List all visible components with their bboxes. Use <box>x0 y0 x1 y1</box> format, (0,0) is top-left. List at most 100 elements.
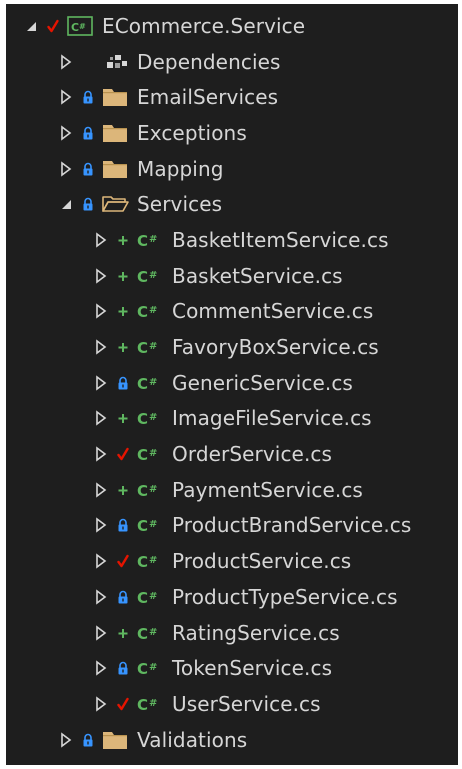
svg-text:#: # <box>79 22 86 31</box>
lock-icon <box>81 87 95 107</box>
collapsed-chevron-icon[interactable] <box>94 373 108 393</box>
collapsed-chevron-icon[interactable] <box>94 337 108 357</box>
red-check-icon <box>46 16 60 36</box>
tree-item-file[interactable]: C # TokenService.cs <box>6 650 458 686</box>
collapsed-chevron-icon[interactable] <box>94 658 108 678</box>
svg-text:C: C <box>137 625 148 643</box>
csharp-file-icon: C # <box>136 657 164 679</box>
lock-icon <box>81 123 95 143</box>
svg-text:C: C <box>137 696 148 714</box>
plus-icon <box>116 230 130 250</box>
svg-text:#: # <box>149 484 157 495</box>
collapsed-chevron-icon[interactable] <box>59 52 73 72</box>
expanded-chevron-icon[interactable] <box>24 16 38 36</box>
tree-item-file[interactable]: C # OrderService.cs <box>6 436 458 472</box>
tree-item-project[interactable]: C # ECommerce.Service <box>6 8 458 44</box>
svg-text:C: C <box>137 517 148 535</box>
svg-text:C: C <box>137 375 148 393</box>
folder-icon <box>101 729 129 751</box>
tree-item-label: RatingService.cs <box>172 620 340 645</box>
tree-item-label: FavoryBoxService.cs <box>172 335 379 360</box>
tree-item-file[interactable]: C # ProductTypeService.cs <box>6 579 458 615</box>
tree-item-file[interactable]: C # FavoryBoxService.cs <box>6 329 458 365</box>
collapsed-chevron-icon[interactable] <box>94 551 108 571</box>
svg-text:#: # <box>149 662 157 673</box>
svg-text:#: # <box>149 377 157 388</box>
expanded-chevron-icon[interactable] <box>59 194 73 214</box>
tree-item-folder[interactable]: Services <box>6 186 458 222</box>
tree-item-folder-validations[interactable]: Validations <box>6 722 458 758</box>
red-check-icon <box>116 551 130 571</box>
csharp-file-icon: C # <box>136 229 164 251</box>
svg-text:C: C <box>137 482 148 500</box>
tree-item-label: CommentService.cs <box>172 299 374 324</box>
svg-text:#: # <box>149 627 157 638</box>
red-check-icon <box>116 444 130 464</box>
csharp-file-icon: C # <box>136 479 164 501</box>
csharp-file-icon: C # <box>136 372 164 394</box>
tree-item-file[interactable]: C # GenericService.cs <box>6 365 458 401</box>
tree-item-label: OrderService.cs <box>172 442 333 467</box>
tree-item-file[interactable]: C # ProductService.cs <box>6 543 458 579</box>
lock-icon <box>116 658 130 678</box>
collapsed-chevron-icon[interactable] <box>94 623 108 643</box>
collapsed-chevron-icon[interactable] <box>94 266 108 286</box>
collapsed-chevron-icon[interactable] <box>94 301 108 321</box>
tree-item-label: GenericService.cs <box>172 370 353 395</box>
svg-text:#: # <box>149 555 157 566</box>
svg-text:C: C <box>137 339 148 357</box>
lock-icon <box>81 159 95 179</box>
tree-item-file[interactable]: C # ProductBrandService.cs <box>6 508 458 544</box>
folder-icon <box>101 122 129 144</box>
tree-item-folder[interactable]: EmailServices <box>6 79 458 115</box>
plus-icon <box>116 266 130 286</box>
tree-item-file[interactable]: C # BasketItemService.cs <box>6 222 458 258</box>
collapsed-chevron-icon[interactable] <box>94 587 108 607</box>
tree-item-folder[interactable]: Exceptions <box>6 115 458 151</box>
collapsed-chevron-icon[interactable] <box>94 408 108 428</box>
svg-text:C: C <box>137 660 148 678</box>
lock-icon <box>116 515 130 535</box>
tree-item-label: BasketItemService.cs <box>172 227 389 252</box>
tree-item-file[interactable]: C # ImageFileService.cs <box>6 401 458 437</box>
plus-icon <box>116 301 130 321</box>
plus-icon <box>116 623 130 643</box>
svg-text:C: C <box>137 589 148 607</box>
collapsed-chevron-icon[interactable] <box>94 444 108 464</box>
collapsed-chevron-icon[interactable] <box>59 123 73 143</box>
tree-item-label: PaymentService.cs <box>172 477 363 502</box>
tree-item-label: Dependencies <box>137 49 281 74</box>
tree-item-dependencies[interactable]: Dependencies <box>6 44 458 80</box>
svg-text:#: # <box>149 698 157 709</box>
svg-text:#: # <box>149 591 157 602</box>
plus-icon <box>116 480 130 500</box>
collapsed-chevron-icon[interactable] <box>94 694 108 714</box>
collapsed-chevron-icon[interactable] <box>59 730 73 750</box>
collapsed-chevron-icon[interactable] <box>94 230 108 250</box>
solution-explorer-panel: C # ECommerce.Service Dependencies EmailServ… <box>6 4 458 765</box>
lock-icon <box>116 373 130 393</box>
csharp-file-icon: C # <box>136 514 164 536</box>
svg-text:#: # <box>149 305 157 316</box>
tree-item-file[interactable]: C # CommentService.cs <box>6 294 458 330</box>
svg-text:C: C <box>137 303 148 321</box>
collapsed-chevron-icon[interactable] <box>59 87 73 107</box>
svg-text:C: C <box>137 446 148 464</box>
tree-item-file[interactable]: C # UserService.cs <box>6 686 458 722</box>
lock-icon <box>81 730 95 750</box>
svg-text:#: # <box>149 270 157 281</box>
tree-item-label: EmailServices <box>137 85 279 110</box>
tree-item-file[interactable]: C # PaymentService.cs <box>6 472 458 508</box>
csharp-file-icon: C # <box>136 693 164 715</box>
collapsed-chevron-icon[interactable] <box>94 515 108 535</box>
csharp-project-icon: C # <box>66 15 94 37</box>
tree-item-file[interactable]: C # BasketService.cs <box>6 258 458 294</box>
tree-item-folder[interactable]: Mapping <box>6 151 458 187</box>
collapsed-chevron-icon[interactable] <box>59 159 73 179</box>
collapsed-chevron-icon[interactable] <box>94 480 108 500</box>
tree-item-file[interactable]: C # RatingService.cs <box>6 615 458 651</box>
csharp-file-icon: C # <box>136 586 164 608</box>
tree-item-label: BasketService.cs <box>172 263 343 288</box>
tree-item-label: ECommerce.Service <box>102 13 306 38</box>
svg-text:C: C <box>137 410 148 428</box>
